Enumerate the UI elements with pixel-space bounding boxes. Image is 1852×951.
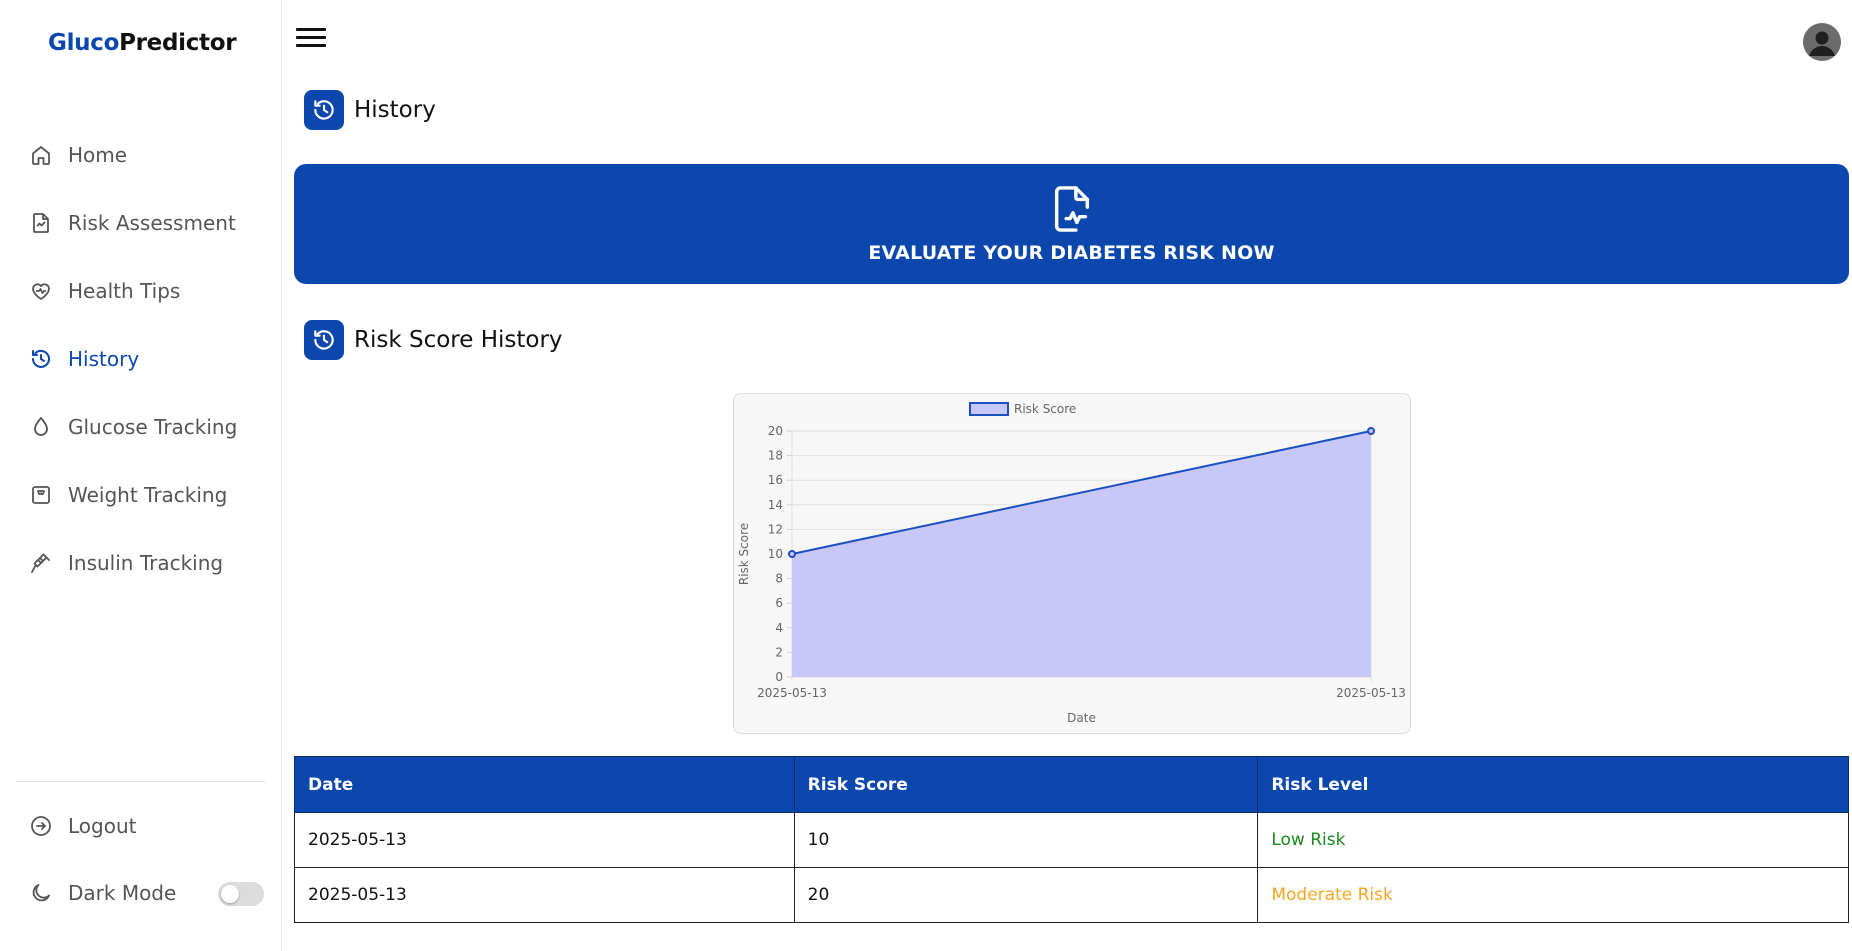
table-header-row: Date Risk Score Risk Level bbox=[294, 756, 1849, 813]
cell-risk-level: Low Risk bbox=[1257, 812, 1849, 868]
risk-score-chart: 0 2 4 6 8 10 12 14 16 18 20 2025-05-13 2025-05-13 Dat… bbox=[733, 393, 1411, 734]
sidebar-nav: Home Risk Assessment Health Tips History… bbox=[0, 121, 282, 597]
sidebar-item-insulin-tracking[interactable]: Insulin Tracking bbox=[0, 529, 282, 597]
evaluate-risk-label: EVALUATE YOUR DIABETES RISK NOW bbox=[868, 242, 1275, 264]
y-tick-label: 0 bbox=[775, 670, 783, 684]
sidebar-divider bbox=[16, 781, 266, 782]
cell-date: 2025-05-13 bbox=[294, 812, 795, 868]
section-title-text: Risk Score History bbox=[354, 327, 563, 353]
y-axis-title: Risk Score bbox=[737, 523, 751, 585]
hamburger-line bbox=[296, 44, 326, 47]
menu-toggle-button[interactable] bbox=[296, 28, 326, 50]
y-tick-label: 12 bbox=[768, 522, 783, 536]
droplet-icon bbox=[28, 414, 54, 440]
legend-label: Risk Score bbox=[1014, 402, 1076, 416]
section-title: Risk Score History bbox=[304, 320, 563, 360]
sidebar-item-label: Weight Tracking bbox=[68, 483, 228, 507]
sidebar-item-risk-assessment[interactable]: Risk Assessment bbox=[0, 189, 282, 257]
dark-mode-row: Dark Mode bbox=[0, 868, 282, 918]
page-title: History bbox=[304, 90, 436, 130]
brand-part-1: Gluco bbox=[48, 30, 120, 56]
y-tick-label: 16 bbox=[768, 473, 783, 487]
logout-icon bbox=[28, 813, 54, 839]
x-tick-label: 2025-05-13 bbox=[1336, 686, 1406, 700]
cell-risk-score: 10 bbox=[793, 812, 1259, 868]
toggle-knob bbox=[221, 885, 239, 903]
page-title-text: History bbox=[354, 97, 436, 123]
logout-button[interactable]: Logout bbox=[0, 801, 282, 851]
logout-label: Logout bbox=[68, 814, 137, 838]
y-tick-label: 8 bbox=[775, 572, 783, 586]
medical-document-icon bbox=[1054, 186, 1089, 232]
dark-mode-toggle[interactable] bbox=[218, 882, 264, 906]
dark-mode-label: Dark Mode bbox=[68, 881, 177, 905]
chart-svg: 0 2 4 6 8 10 12 14 16 18 20 2025-05-13 2025-05-13 Dat… bbox=[737, 402, 1406, 725]
legend-swatch bbox=[969, 402, 1009, 416]
syringe-icon bbox=[28, 550, 54, 576]
y-tick-label: 4 bbox=[775, 621, 783, 635]
history-icon bbox=[28, 346, 54, 372]
home-icon bbox=[28, 142, 54, 168]
table-row: 2025-05-13 20 Moderate Risk bbox=[294, 867, 1849, 923]
header-date: Date bbox=[294, 756, 795, 813]
series-area bbox=[792, 431, 1371, 677]
cell-date: 2025-05-13 bbox=[294, 867, 795, 923]
y-tick-label: 14 bbox=[768, 498, 783, 512]
sidebar-item-label: Health Tips bbox=[68, 279, 181, 303]
sidebar-item-history[interactable]: History bbox=[0, 325, 282, 393]
history-table: Date Risk Score Risk Level 2025-05-13 10… bbox=[294, 756, 1849, 923]
data-point bbox=[788, 550, 796, 558]
sidebar-item-label: Glucose Tracking bbox=[68, 415, 238, 439]
sidebar-item-label: History bbox=[68, 347, 140, 371]
x-tick-label: 2025-05-13 bbox=[757, 686, 827, 700]
evaluate-risk-button[interactable]: EVALUATE YOUR DIABETES RISK NOW bbox=[294, 164, 1849, 284]
user-icon bbox=[1809, 31, 1835, 56]
sidebar-item-label: Home bbox=[68, 143, 128, 167]
user-avatar[interactable] bbox=[1803, 23, 1841, 61]
table-row: 2025-05-13 10 Low Risk bbox=[294, 812, 1849, 868]
history-icon bbox=[304, 90, 344, 130]
chart-document-icon bbox=[28, 210, 54, 236]
sidebar-item-glucose-tracking[interactable]: Glucose Tracking bbox=[0, 393, 282, 461]
brand-part-2: Predictor bbox=[119, 30, 237, 56]
brand-logo[interactable]: GlucoPredictor bbox=[48, 30, 237, 56]
header-risk-score: Risk Score bbox=[793, 756, 1259, 813]
y-tick-label: 10 bbox=[768, 547, 783, 561]
y-tick-label: 18 bbox=[768, 449, 783, 463]
sidebar-item-label: Insulin Tracking bbox=[68, 551, 224, 575]
heart-pulse-icon bbox=[28, 278, 54, 304]
cell-risk-score: 20 bbox=[793, 867, 1259, 923]
y-tick-label: 2 bbox=[775, 645, 783, 659]
sidebar-item-weight-tracking[interactable]: Weight Tracking bbox=[0, 461, 282, 529]
header-risk-level: Risk Level bbox=[1257, 756, 1849, 813]
sidebar-item-health-tips[interactable]: Health Tips bbox=[0, 257, 282, 325]
hamburger-line bbox=[296, 36, 326, 39]
hamburger-line bbox=[296, 28, 326, 31]
y-tick-label: 20 bbox=[768, 424, 783, 438]
y-tick-label: 6 bbox=[775, 596, 783, 610]
sidebar: GlucoPredictor Home Risk Assessment Heal… bbox=[0, 0, 282, 951]
history-icon bbox=[304, 320, 344, 360]
moon-icon bbox=[28, 880, 54, 906]
cell-risk-level: Moderate Risk bbox=[1257, 867, 1849, 923]
sidebar-item-label: Risk Assessment bbox=[68, 211, 236, 235]
sidebar-item-home[interactable]: Home bbox=[0, 121, 282, 189]
x-axis-title: Date bbox=[1067, 711, 1096, 725]
scale-icon bbox=[28, 482, 54, 508]
data-point bbox=[1367, 427, 1375, 435]
